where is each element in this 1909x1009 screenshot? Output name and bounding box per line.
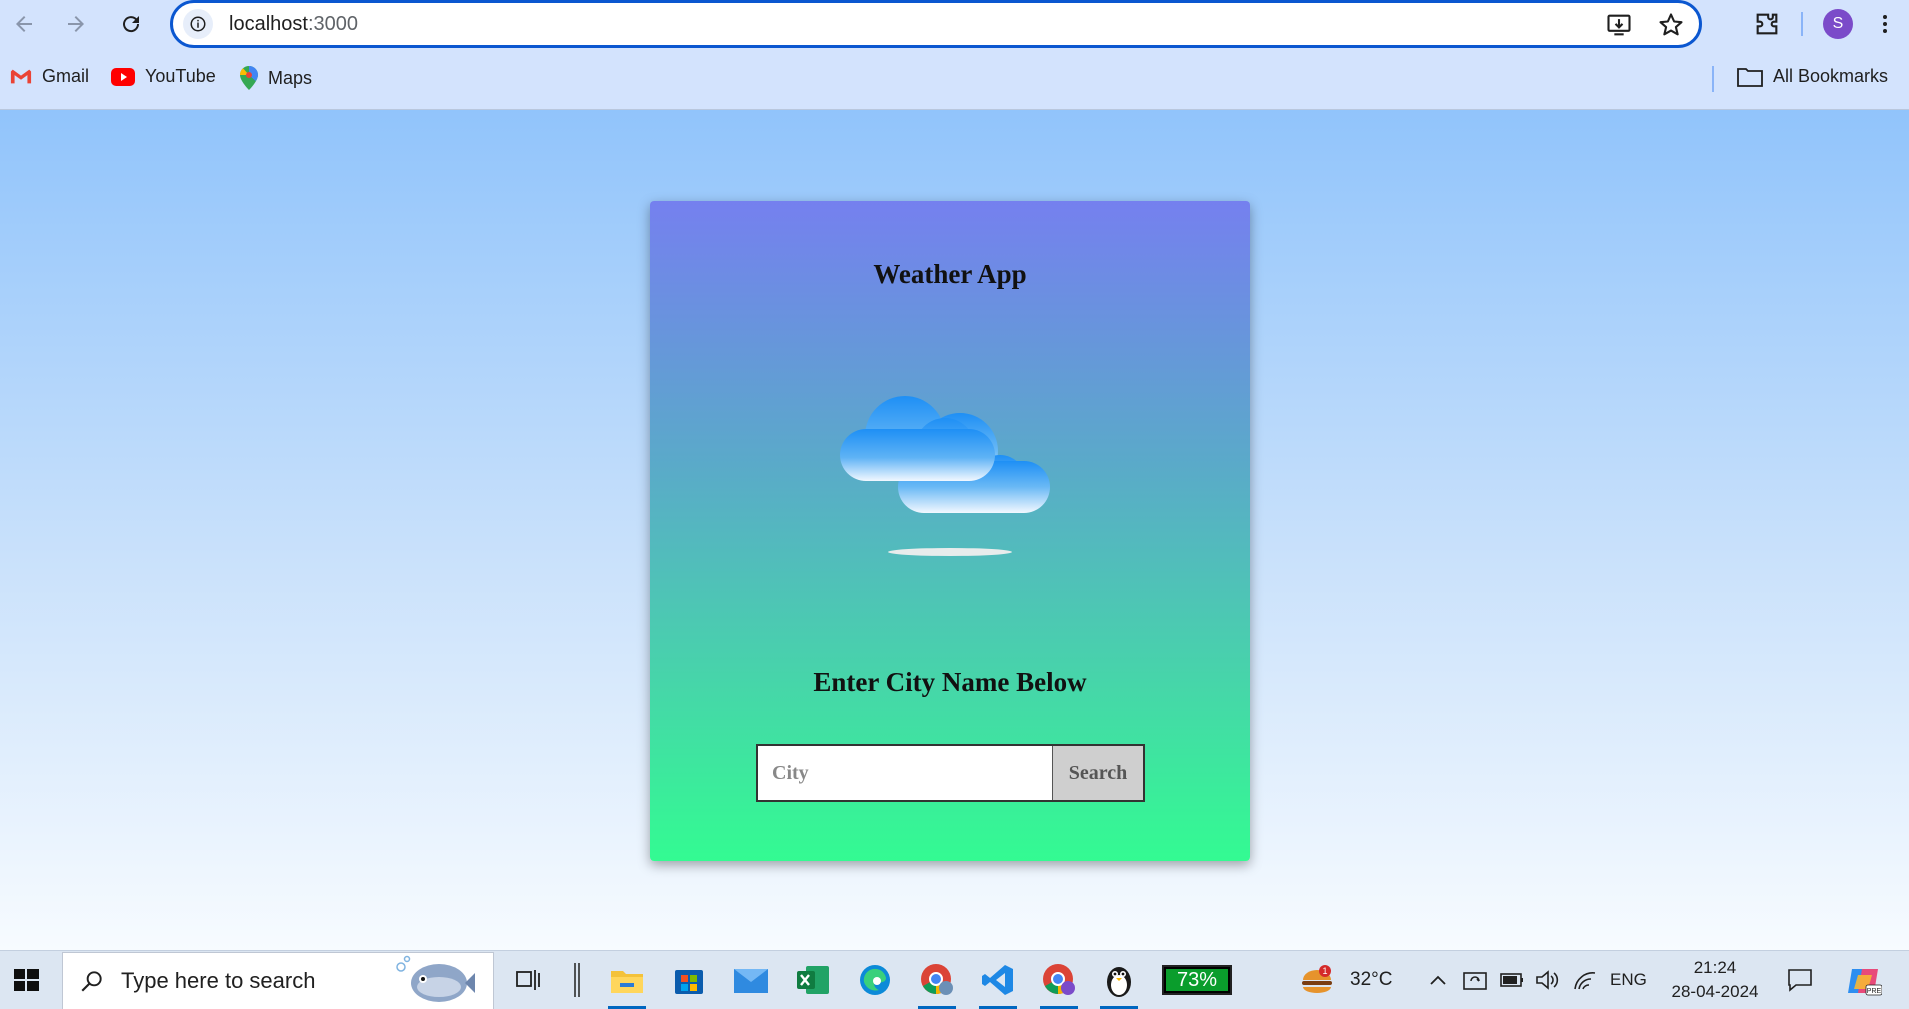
taskbar-store[interactable] <box>666 957 712 1003</box>
bookmarks-divider <box>1712 66 1714 92</box>
chevron-up-icon[interactable] <box>1428 971 1448 989</box>
taskbar-file-explorer[interactable] <box>604 957 650 1009</box>
taskbar-excel[interactable] <box>790 957 836 1003</box>
weather-burger-icon: 1 <box>1302 965 1332 993</box>
chrome-icon <box>921 964 953 995</box>
taskbar-mail[interactable] <box>728 957 774 1003</box>
battery-widget[interactable]: 73% <box>1162 965 1232 995</box>
taskbar-search-placeholder: Type here to search <box>121 968 316 993</box>
temperature[interactable]: 32°C <box>1350 969 1392 991</box>
url-text[interactable]: localhost:3000 <box>229 13 358 36</box>
task-view-button[interactable] <box>506 957 552 1003</box>
wifi-icon[interactable] <box>1572 969 1598 991</box>
system-clock[interactable]: 21:24 28-04-2024 <box>1660 956 1770 1004</box>
mail-icon <box>734 969 768 993</box>
city-input[interactable] <box>758 746 1052 800</box>
profile-avatar[interactable]: S <box>1823 9 1853 39</box>
notifications-icon[interactable] <box>1786 967 1814 993</box>
maps-icon <box>240 66 258 90</box>
taskbar-vscode[interactable] <box>975 957 1021 1009</box>
arrow-left-icon <box>16 16 32 32</box>
install-app-icon[interactable] <box>1605 11 1633 39</box>
penguin-icon <box>1107 967 1131 997</box>
bookmark-label: Gmail <box>42 66 90 86</box>
search-button[interactable]: Search <box>1052 746 1143 800</box>
search-form: Search <box>756 744 1145 802</box>
browser-toolbar: localhost:3000 S <box>0 0 1909 48</box>
toolbar-divider <box>1801 12 1803 36</box>
reload-icon <box>123 16 140 33</box>
file-explorer-icon <box>611 971 643 993</box>
more-menu-icon[interactable] <box>1873 10 1897 38</box>
gmail-icon <box>10 69 32 83</box>
clock-date: 28-04-2024 <box>1671 982 1759 1001</box>
cloud-icon <box>840 396 1050 556</box>
vscode-icon <box>982 965 1013 995</box>
page-background: Weather App Enter City Name Below City S… <box>0 110 1909 950</box>
weather-badge: 1 <box>1322 966 1327 976</box>
taskbar-search[interactable]: Type here to search <box>62 952 494 1009</box>
youtube-icon <box>111 67 135 86</box>
excel-icon <box>797 966 829 994</box>
taskbar-penguin-app[interactable] <box>1096 957 1142 1009</box>
edge-icon <box>860 965 890 995</box>
city-prompt: Enter City Name Below <box>813 667 1087 697</box>
bookmarks-bar: Gmail YouTube Maps All Bookmarks <box>0 48 1909 110</box>
svg-text:PRE: PRE <box>1867 988 1882 995</box>
volume-icon[interactable] <box>1535 969 1561 991</box>
weather-card: Weather App Enter City Name Below City S… <box>650 201 1250 861</box>
device-sync-icon[interactable] <box>1462 969 1488 993</box>
battery-percent: 73% <box>1166 969 1228 991</box>
folder-icon <box>1737 67 1763 87</box>
microsoft-store-icon <box>675 970 703 994</box>
star-icon[interactable] <box>1657 11 1685 39</box>
arrow-right-icon <box>68 16 84 32</box>
extensions-icon[interactable] <box>1753 10 1781 38</box>
all-bookmarks-label: All Bookmarks <box>1773 66 1889 86</box>
divider-icon <box>574 963 580 997</box>
language-indicator[interactable]: ENG <box>1610 970 1647 990</box>
app-title: Weather App <box>873 259 1027 289</box>
taskbar-chrome-profile-2[interactable] <box>1036 957 1082 1009</box>
all-bookmarks-button[interactable]: All Bookmarks <box>1737 66 1888 87</box>
bookmark-maps[interactable]: Maps <box>240 66 312 90</box>
windows-start-icon[interactable] <box>8 962 44 998</box>
battery-icon[interactable] <box>1500 971 1524 989</box>
address-bar[interactable]: localhost:3000 <box>170 0 1702 48</box>
bookmark-label: YouTube <box>145 66 216 86</box>
search-icon <box>81 971 102 992</box>
back-button[interactable] <box>6 6 42 42</box>
bookmark-label: Maps <box>268 67 313 88</box>
copilot-icon[interactable]: PRE <box>1846 965 1882 997</box>
reload-button[interactable] <box>113 6 149 42</box>
url-port: :3000 <box>307 12 358 35</box>
weather-widget[interactable]: 1 <box>1294 957 1340 1003</box>
task-view-icon <box>516 970 540 990</box>
taskbar-edge[interactable] <box>852 957 898 1003</box>
forward-button[interactable] <box>58 6 94 42</box>
bookmark-youtube[interactable]: YouTube <box>111 66 216 87</box>
chrome-icon <box>1043 964 1075 995</box>
url-host: localhost <box>229 12 308 35</box>
clock-time: 21:24 <box>1693 958 1737 977</box>
bookmark-gmail[interactable]: Gmail <box>10 66 89 87</box>
taskbar: Type here to search 73% 1 32°C ENG 21:24… <box>0 950 1909 1009</box>
site-info-icon[interactable] <box>183 9 213 39</box>
search-highlight-fish-icon <box>396 955 475 1002</box>
taskbar-chrome-profile-1[interactable] <box>914 957 960 1009</box>
taskbar-divider-handle <box>554 957 600 1003</box>
